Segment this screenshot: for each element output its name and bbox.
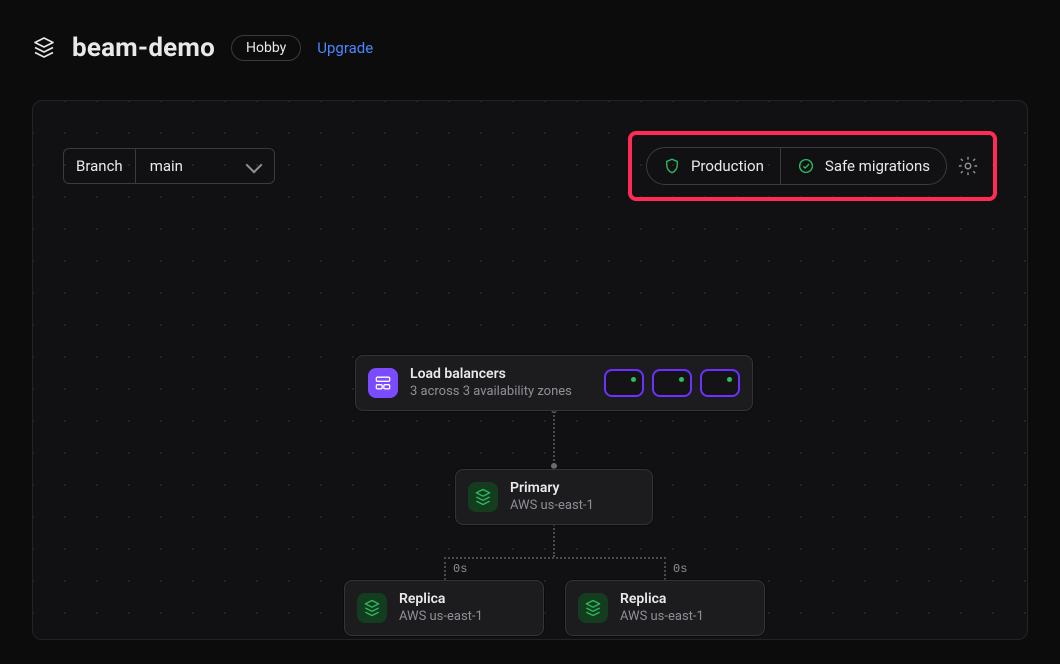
dashboard-panel: Branch main Production: [32, 100, 1028, 640]
database-icon: [578, 593, 608, 623]
branch-selector: Branch main: [63, 148, 275, 184]
lb-indicator: [604, 369, 644, 397]
connector-line: [444, 557, 666, 559]
app-logo-icon: [32, 36, 56, 60]
production-label: Production: [691, 157, 764, 175]
connector-line: [444, 557, 446, 580]
check-circle-icon: [797, 157, 815, 175]
database-icon: [468, 482, 498, 512]
branch-label: Branch: [63, 148, 135, 184]
load-balancers-node[interactable]: Load balancers 3 across 3 availability z…: [355, 355, 753, 411]
connector-line: [553, 410, 555, 469]
replica-latency: 0s: [673, 562, 687, 576]
primary-subtitle: AWS us-east-1: [510, 498, 594, 514]
safe-migrations-badge[interactable]: Safe migrations: [780, 148, 946, 184]
safe-migrations-label: Safe migrations: [825, 157, 930, 175]
status-pill-group: Production Safe migrations: [646, 147, 947, 185]
lb-indicator: [652, 369, 692, 397]
database-icon: [357, 593, 387, 623]
plan-badge: Hobby: [231, 35, 301, 61]
load-balancer-icon: [368, 368, 398, 398]
connector-line: [553, 521, 555, 557]
lb-title: Load balancers: [410, 366, 572, 384]
replica-subtitle: AWS us-east-1: [399, 609, 483, 625]
branch-value: main: [150, 157, 183, 175]
branch-dropdown[interactable]: main: [135, 148, 275, 184]
replica-title: Replica: [620, 591, 704, 609]
replica-node[interactable]: Replica AWS us-east-1: [565, 580, 765, 636]
top-bar: beam-demo Hobby Upgrade: [32, 24, 1028, 72]
upgrade-link[interactable]: Upgrade: [317, 39, 373, 57]
shield-icon: [663, 157, 681, 175]
primary-node[interactable]: Primary AWS us-east-1: [455, 469, 653, 525]
settings-button[interactable]: [957, 155, 979, 177]
lb-subtitle: 3 across 3 availability zones: [410, 384, 572, 400]
lb-indicator: [700, 369, 740, 397]
chevron-down-icon: [245, 156, 262, 173]
production-badge[interactable]: Production: [647, 148, 780, 184]
connector-line: [664, 557, 666, 580]
replica-latency: 0s: [453, 562, 467, 576]
highlight-annotation: Production Safe migrations: [628, 131, 997, 201]
primary-title: Primary: [510, 480, 594, 498]
replica-subtitle: AWS us-east-1: [620, 609, 704, 625]
replica-title: Replica: [399, 591, 483, 609]
project-name: beam-demo: [72, 33, 215, 63]
replica-node[interactable]: Replica AWS us-east-1: [344, 580, 544, 636]
lb-indicator-group: [604, 369, 740, 397]
